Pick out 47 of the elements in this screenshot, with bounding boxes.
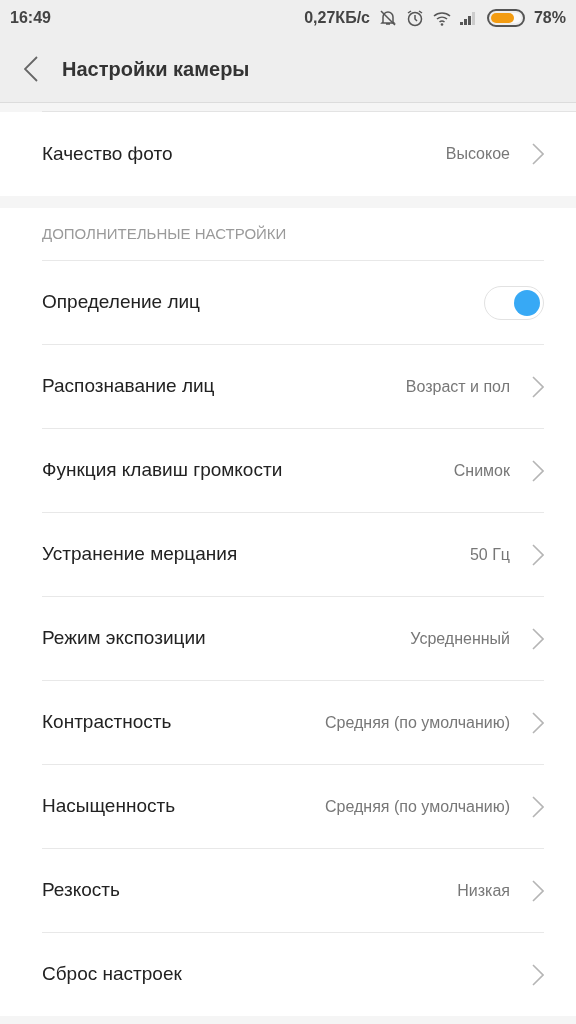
- setting-label: Распознавание лиц: [42, 374, 215, 399]
- setting-label: Резкость: [42, 878, 120, 903]
- signal-icon: [459, 11, 478, 25]
- chevron-right-icon: [532, 459, 544, 482]
- chevron-right-icon: [532, 143, 544, 165]
- settings-row[interactable]: Распознавание лиц Возраст и пол: [42, 344, 544, 428]
- chevron-right-icon: [532, 795, 544, 818]
- status-time: 16:49: [10, 8, 51, 28]
- settings-row[interactable]: Устранение мерцания 50 Гц: [42, 512, 544, 596]
- setting-value: Средняя (по умолчанию): [325, 796, 510, 817]
- settings-row[interactable]: Контрастность Средняя (по умолчанию): [42, 680, 544, 764]
- setting-value: Снимок: [453, 460, 510, 481]
- settings-row[interactable]: Режим экспозиции Усредненный: [42, 596, 544, 680]
- setting-label: Качество фото: [42, 141, 173, 166]
- setting-label: Контрастность: [42, 710, 172, 735]
- chevron-right-icon: [532, 963, 544, 986]
- wifi-icon: [432, 10, 451, 26]
- page-title: Настройки камеры: [62, 57, 250, 82]
- chevron-right-icon: [532, 627, 544, 650]
- settings-row[interactable]: Функция клавиш громкости Снимок: [42, 428, 544, 512]
- chevron-right-icon: [532, 375, 544, 398]
- setting-value: Возраст и пол: [405, 376, 510, 397]
- settings-row[interactable]: Определение лиц: [42, 260, 544, 344]
- setting-label: Насыщенность: [42, 794, 176, 819]
- setting-value: Высокое: [445, 144, 510, 164]
- settings-row[interactable]: Насыщенность Средняя (по умолчанию): [42, 764, 544, 848]
- setting-label: Функция клавиш громкости: [42, 458, 283, 483]
- setting-label: Определение лиц: [42, 290, 200, 315]
- setting-label: Устранение мерцания: [42, 542, 238, 567]
- network-speed: 0,27КБ/с: [304, 8, 370, 28]
- setting-value: Усредненный: [410, 628, 510, 649]
- back-icon[interactable]: [24, 56, 38, 82]
- setting-value: 50 Гц: [469, 544, 510, 565]
- chevron-right-icon: [532, 543, 544, 566]
- chevron-right-icon: [532, 711, 544, 734]
- alarm-icon: [405, 9, 424, 27]
- setting-value: Средняя (по умолчанию): [325, 712, 510, 733]
- bell-muted-icon: [378, 9, 397, 27]
- toggle-switch[interactable]: [484, 285, 544, 320]
- setting-label: Сброс настроек: [42, 962, 182, 987]
- setting-label: Режим экспозиции: [42, 626, 206, 651]
- setting-value: Низкая: [457, 880, 510, 901]
- chevron-right-icon: [532, 879, 544, 902]
- settings-row[interactable]: Сброс настроек: [42, 932, 544, 1016]
- settings-row[interactable]: Резкость Низкая: [42, 848, 544, 932]
- battery-percent: 78%: [533, 8, 566, 28]
- section-header: ДОПОЛНИТЕЛЬНЫЕ НАСТРОЙКИ: [42, 225, 287, 242]
